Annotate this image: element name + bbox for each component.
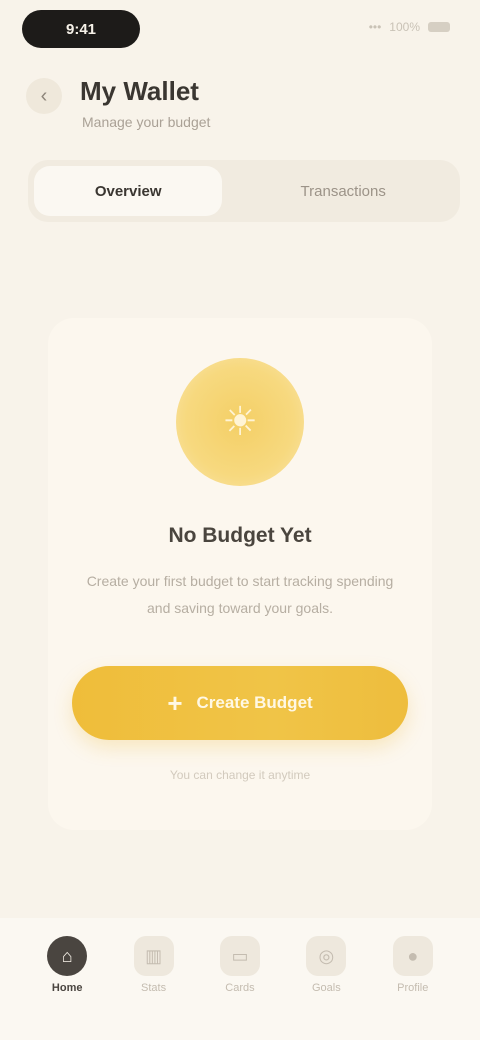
page-title: My Wallet	[80, 76, 199, 106]
empty-state-description: Create your first budget to start tracki…	[86, 573, 394, 616]
empty-state-note: You can change it anytime	[169, 768, 311, 782]
nav-label: Home	[51, 982, 83, 994]
nav-label: Stats	[141, 982, 167, 994]
status-indicators: ••• 100%	[369, 20, 450, 34]
bottom-nav: ⌂ Home ▥ Stats ▭ Cards ◎ Goals ● Profile	[0, 918, 480, 1040]
header: ‹ My Wallet Manage your budget	[0, 62, 480, 142]
empty-state-card: ☀ No Budget Yet Create your first budget…	[48, 318, 432, 830]
battery-label: 100%	[389, 20, 420, 34]
chart-icon: ▥	[133, 936, 174, 976]
card-icon: ▭	[219, 936, 260, 976]
page-subtitle: Manage your budget	[82, 114, 211, 130]
plus-icon: +	[167, 687, 183, 718]
target-icon: ◎	[306, 936, 347, 976]
empty-state-title: No Budget Yet	[168, 524, 312, 547]
sun-icon: ☀	[176, 358, 304, 486]
nav-item-stats[interactable]: ▥ Stats	[118, 936, 190, 994]
nav-item-goals[interactable]: ◎ Goals	[290, 936, 362, 994]
nav-label: Goals	[311, 982, 341, 994]
tab-overview[interactable]: Overview	[34, 166, 223, 216]
battery-icon	[428, 22, 450, 32]
create-budget-label: Create Budget	[196, 693, 313, 712]
create-budget-button[interactable]: + Create Budget	[72, 666, 408, 740]
status-time: 9:41	[22, 10, 140, 48]
status-bar: 9:41 ••• 100%	[0, 0, 480, 60]
nav-label: Cards	[225, 982, 255, 994]
tab-transactions[interactable]: Transactions	[232, 166, 454, 216]
nav-item-profile[interactable]: ● Profile	[377, 936, 449, 994]
nav-item-home[interactable]: ⌂ Home	[31, 936, 103, 994]
nav-item-cards[interactable]: ▭ Cards	[204, 936, 276, 994]
user-icon: ●	[392, 936, 433, 976]
nav-label: Profile	[397, 982, 429, 994]
home-icon: ⌂	[47, 936, 88, 976]
signal-icon: •••	[368, 20, 382, 34]
sun-glyph: ☀	[222, 400, 258, 444]
chevron-left-icon[interactable]: ‹	[26, 78, 62, 114]
tab-bar: Overview Transactions	[28, 160, 460, 222]
